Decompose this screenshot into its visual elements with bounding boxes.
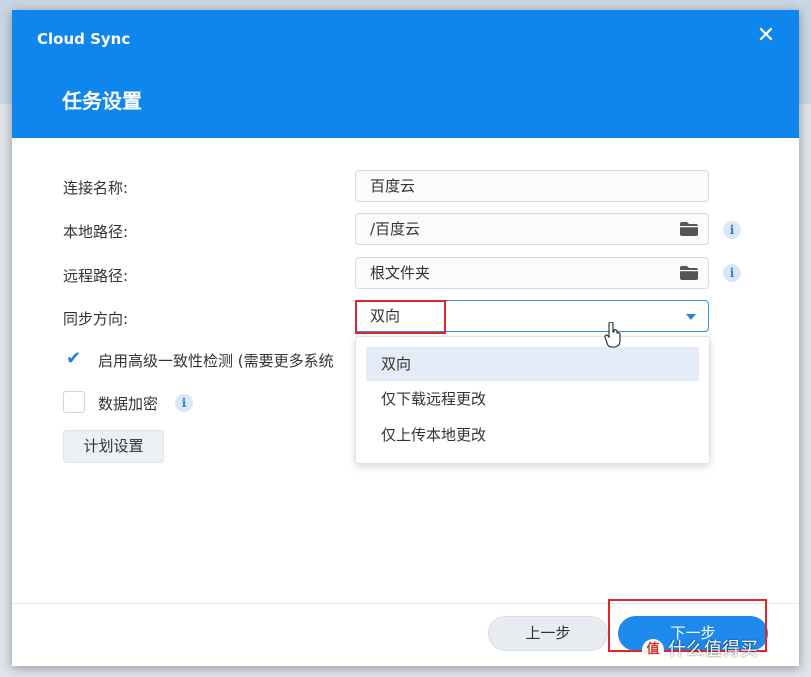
watermark: 值什么值得买 — [642, 635, 758, 661]
consistency-check-label: 启用高级一致性检测 (需要更多系统 — [98, 352, 334, 370]
local-path-info-icon[interactable]: i — [723, 221, 741, 239]
local-path-input[interactable]: /百度云 — [355, 213, 709, 245]
local-path-label: 本地路径: — [63, 223, 129, 241]
remote-path-info-icon[interactable]: i — [723, 264, 741, 282]
schedule-settings-button[interactable]: 计划设置 — [63, 430, 164, 463]
local-path-value: /百度云 — [370, 220, 421, 238]
chevron-down-icon[interactable] — [686, 314, 696, 320]
folder-icon[interactable] — [680, 266, 698, 280]
encryption-checkbox[interactable] — [63, 391, 85, 413]
dropdown-option-download-only[interactable]: 仅下载远程更改 — [366, 382, 699, 416]
dropdown-option-upload-only[interactable]: 仅上传本地更改 — [366, 418, 699, 452]
task-settings-dialog: Cloud Sync ✕ 任务设置 连接名称: 百度云 本地路径: /百度云 i… — [12, 10, 799, 666]
consistency-check-checkbox[interactable]: ✔ — [63, 348, 85, 370]
dropdown-option-bidirectional[interactable]: 双向 — [366, 347, 699, 381]
previous-step-button[interactable]: 上一步 — [488, 616, 608, 651]
highlight-box — [355, 300, 446, 334]
dialog-header: Cloud Sync ✕ 任务设置 — [12, 10, 799, 138]
encryption-info-icon[interactable]: i — [175, 394, 193, 412]
connection-name-value: 百度云 — [370, 177, 416, 195]
remote-path-label: 远程路径: — [63, 267, 129, 285]
check-icon: ✔ — [66, 348, 82, 369]
watermark-logo: 值 — [642, 639, 664, 661]
remote-path-input[interactable]: 根文件夹 — [355, 257, 709, 289]
connection-name-input[interactable]: 百度云 — [355, 170, 709, 202]
app-title: Cloud Sync — [37, 30, 131, 48]
close-icon[interactable]: ✕ — [755, 24, 777, 48]
section-title: 任务设置 — [62, 89, 142, 113]
remote-path-value: 根文件夹 — [370, 264, 431, 282]
connection-name-label: 连接名称: — [63, 179, 129, 197]
folder-icon[interactable] — [680, 222, 698, 236]
sync-direction-label: 同步方向: — [63, 310, 129, 328]
sync-direction-dropdown: 双向 仅下载远程更改 仅上传本地更改 — [355, 336, 710, 464]
watermark-text: 什么值得买 — [668, 639, 758, 660]
encryption-label: 数据加密 — [98, 395, 159, 413]
hand-cursor-icon — [604, 322, 621, 348]
